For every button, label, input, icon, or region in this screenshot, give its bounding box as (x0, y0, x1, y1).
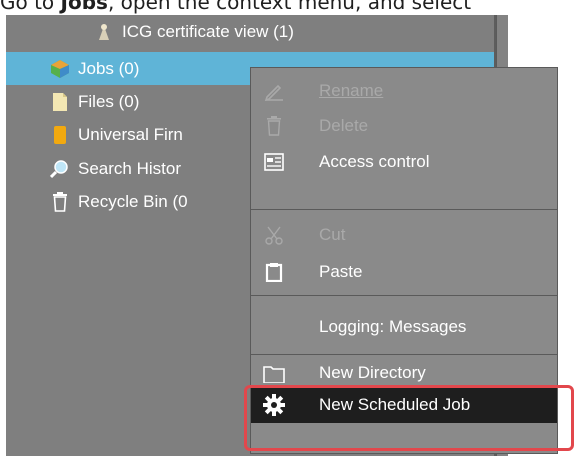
menu-item-cut[interactable]: Cut (251, 217, 557, 253)
tree-item-label: ICG certificate view (1) (122, 21, 294, 41)
tree-item-label: Jobs (0) (78, 58, 140, 78)
certificate-icon (94, 22, 114, 42)
menu-separator (251, 354, 557, 355)
menu-item-label: Paste (319, 262, 363, 281)
menu-item-new-scheduled-job[interactable]: New Scheduled Job (251, 387, 557, 423)
menu-separator (251, 295, 557, 296)
gear-icon (263, 394, 285, 416)
search-icon (50, 159, 70, 179)
firmware-icon (50, 125, 70, 145)
pencil-icon (263, 80, 285, 102)
instruction-suffix: , open the context menu, and select (107, 0, 472, 14)
menu-item-label: New Directory (319, 363, 426, 382)
menu-item-label: Rename (319, 81, 384, 100)
instruction-text: Go to Jobs, open the context menu, and s… (0, 0, 577, 15)
menu-item-label: Access control (319, 152, 430, 171)
scissors-icon (263, 224, 285, 246)
folder-icon (263, 363, 285, 383)
menu-item-label: Delete (319, 116, 369, 135)
access-control-icon (263, 151, 285, 173)
trash-icon (263, 115, 285, 137)
jobs-icon (50, 59, 70, 79)
tree-item-label: Search Histor (78, 158, 181, 178)
menu-item-label: Cut (319, 225, 346, 244)
tree-item-label: Files (0) (78, 91, 140, 111)
trash-icon (50, 191, 70, 212)
tree-item-icg-certificate-view[interactable]: ICG certificate view (1) (6, 15, 494, 48)
tree-item-label: Universal Firn (78, 124, 183, 144)
menu-item-access-control[interactable]: Access control (251, 144, 557, 180)
menu-item-label: New Scheduled Job (319, 395, 471, 414)
menu-item-new-directory[interactable]: New Directory (251, 359, 557, 383)
clipboard-icon (263, 261, 285, 283)
tree-item-label: Recycle Bin (0 (78, 191, 188, 211)
instruction-prefix: Go to (0, 0, 61, 14)
menu-item-paste[interactable]: Paste (251, 254, 557, 290)
menu-item-delete[interactable]: Delete (251, 108, 557, 144)
context-menu: Rename Delete Access control Cut Paste L… (250, 67, 558, 454)
menu-item-label: Logging: Messages (319, 317, 467, 336)
menu-item-logging-messages[interactable]: Logging: Messages (251, 309, 557, 345)
file-icon (50, 92, 70, 112)
menu-item-rename[interactable]: Rename (251, 73, 557, 109)
menu-separator (251, 209, 557, 210)
instruction-bold: Jobs (60, 0, 108, 14)
